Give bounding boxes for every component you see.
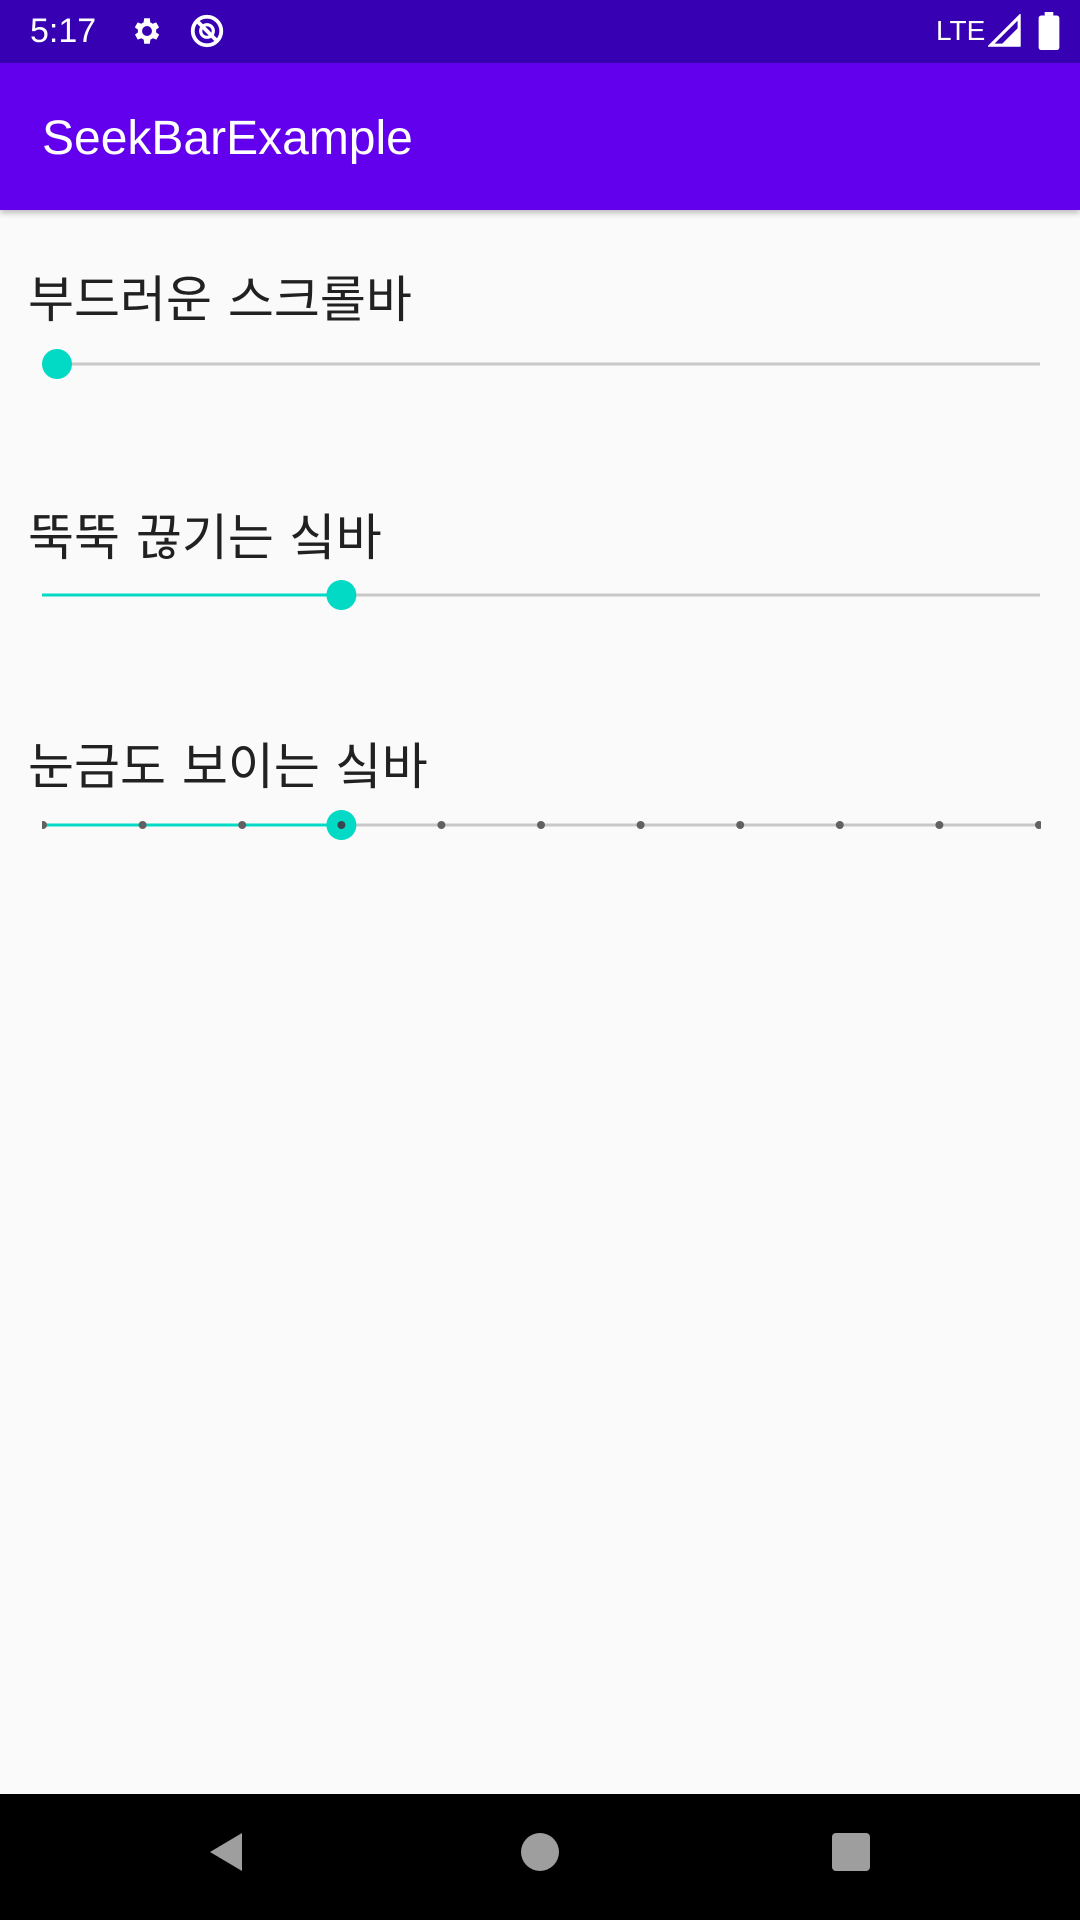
dnd-icon — [188, 12, 226, 50]
seekbar-tick — [138, 821, 147, 829]
status-time: 5:17 — [30, 12, 97, 50]
seekbar-ticks[interactable] — [42, 800, 1041, 850]
seekbar-discrete-svg[interactable] — [42, 570, 1041, 620]
status-bar: 5:17 LTE — [0, 0, 1080, 63]
seekbar-label-smooth: 부드러운 스크롤바 — [28, 271, 412, 329]
seekbar-label-discrete: 뚝뚝 끊기는 싴바 — [28, 509, 382, 567]
network-type: LTE — [936, 15, 986, 46]
seekbar-tick — [537, 821, 545, 829]
seekbar-tick — [636, 821, 645, 829]
seekbar-tick — [1035, 821, 1041, 829]
navigation-bar — [0, 1794, 1080, 1920]
seekbar-tick — [935, 821, 944, 829]
seekbar-thumb[interactable] — [326, 580, 357, 610]
app-title: SeekBarExample — [42, 112, 413, 165]
seekbar-thumb[interactable] — [42, 349, 72, 379]
seekbar-discrete[interactable] — [42, 570, 1041, 620]
seekbar-tick — [42, 821, 47, 829]
gear-icon — [130, 14, 164, 48]
app-bar: SeekBarExample — [0, 63, 1080, 210]
seekbar-tick — [736, 821, 745, 829]
home-icon[interactable] — [520, 1832, 560, 1872]
seekbar-tick — [835, 821, 844, 829]
battery-icon — [1038, 12, 1060, 51]
back-icon[interactable] — [206, 1829, 246, 1875]
recents-icon[interactable] — [831, 1832, 871, 1872]
seekbar-smooth-svg[interactable] — [42, 339, 1041, 389]
seekbar-thumb-tick — [337, 821, 346, 829]
seekbar-smooth[interactable] — [42, 339, 1041, 389]
seekbar-ticks-svg[interactable] — [42, 800, 1041, 850]
seekbar-tick — [437, 821, 446, 829]
seekbar-tick — [238, 821, 247, 829]
seekbar-label-ticks: 눈금도 보이는 싴바 — [28, 738, 428, 796]
signal-icon — [987, 13, 1022, 48]
